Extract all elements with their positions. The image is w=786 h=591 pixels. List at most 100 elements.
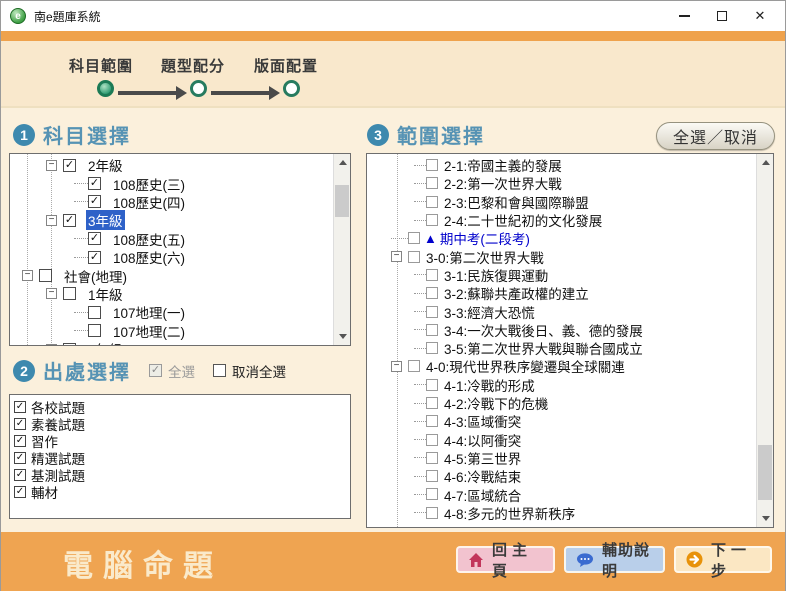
tree-checkbox[interactable] <box>426 306 438 318</box>
tree-row[interactable]: 3-2:蘇聯共產政權的建立 <box>367 284 756 302</box>
select-all-checkbox[interactable]: ✓ <box>149 364 162 377</box>
scroll-up-icon[interactable] <box>757 154 774 171</box>
tree-row[interactable]: 4-6:冷戰結束 <box>367 467 756 485</box>
list-item[interactable]: ✓各校試題 <box>10 398 350 415</box>
home-button[interactable]: 回主頁 <box>456 546 555 573</box>
expand-minus-icon[interactable]: − <box>391 361 402 372</box>
tree-row[interactable]: 4-8:多元的世界新秩序 <box>367 504 756 522</box>
list-item[interactable]: ✓素養試題 <box>10 415 350 432</box>
maximize-button[interactable] <box>703 1 741 31</box>
list-item[interactable]: ✓基測試題 <box>10 466 350 483</box>
tree-row[interactable]: ✓108歷史(六) <box>10 248 333 266</box>
tree-row[interactable]: ✓108歷史(四) <box>10 193 333 211</box>
tree-row[interactable]: ✓108歷史(五) <box>10 230 333 248</box>
tree-row[interactable]: 4-3:區域衝突 <box>367 412 756 430</box>
tree-row[interactable]: −✓3年級 <box>10 211 333 229</box>
tree-checkbox[interactable]: ✓ <box>63 159 76 172</box>
tree-row[interactable]: 3-5:第二次世界大戰與聯合國成立 <box>367 339 756 357</box>
tree-row[interactable]: −1年級 <box>10 285 333 303</box>
tree-checkbox[interactable] <box>426 324 438 336</box>
tree-row[interactable]: 2-4:二十世紀初的文化發展 <box>367 211 756 229</box>
tree-row[interactable]: 2-1:帝國主義的發展 <box>367 156 756 174</box>
select-all-toggle-button[interactable]: 全選／取消 <box>656 122 775 150</box>
tree-checkbox[interactable] <box>408 360 420 372</box>
tree-checkbox[interactable] <box>426 397 438 409</box>
subject-tree-scrollbar[interactable] <box>333 154 350 345</box>
tree-row[interactable]: 4-2:冷戰下的危機 <box>367 394 756 412</box>
tree-checkbox[interactable] <box>426 214 438 226</box>
range-tree-scrollbar[interactable] <box>756 154 773 527</box>
tree-row[interactable]: 3-4:一次大戰後日、義、德的發展 <box>367 321 756 339</box>
deselect-all-checkbox[interactable] <box>213 364 226 377</box>
tree-checkbox[interactable] <box>408 232 420 244</box>
tree-row[interactable]: −✓2年級 <box>10 156 333 174</box>
list-checkbox[interactable]: ✓ <box>14 452 26 464</box>
tree-checkbox[interactable] <box>426 196 438 208</box>
tree-checkbox[interactable]: ✓ <box>63 214 76 227</box>
tree-checkbox[interactable] <box>426 159 438 171</box>
tree-row[interactable]: 2-3:巴黎和會與國際聯盟 <box>367 193 756 211</box>
expand-minus-icon[interactable]: − <box>46 344 57 346</box>
tree-row[interactable]: −社會(地理) <box>10 266 333 284</box>
tree-row[interactable]: 3-1:民族復興運動 <box>367 266 756 284</box>
tree-checkbox[interactable] <box>39 269 52 282</box>
next-button[interactable]: 下一步 <box>674 546 772 573</box>
minimize-button[interactable] <box>665 1 703 31</box>
tree-row[interactable]: −2年級 <box>10 340 333 346</box>
tree-row[interactable]: 3-3:經濟大恐慌 <box>367 302 756 320</box>
scroll-thumb[interactable] <box>758 445 772 500</box>
list-item[interactable]: ✓輔材 <box>10 483 350 500</box>
expand-minus-icon[interactable]: − <box>46 160 57 171</box>
tree-row[interactable]: 4-5:第三世界 <box>367 449 756 467</box>
tree-checkbox[interactable] <box>408 251 420 263</box>
tree-checkbox[interactable]: ✓ <box>88 177 101 190</box>
tree-checkbox[interactable] <box>426 507 438 519</box>
help-button[interactable]: 輔助說明 <box>564 546 665 573</box>
tree-checkbox[interactable] <box>426 434 438 446</box>
tree-checkbox[interactable] <box>426 177 438 189</box>
tree-checkbox[interactable] <box>88 324 101 337</box>
scroll-up-icon[interactable] <box>334 154 351 171</box>
close-button[interactable]: ✕ <box>741 1 779 31</box>
expand-minus-icon[interactable]: − <box>46 288 57 299</box>
tree-row[interactable]: ✓108歷史(三) <box>10 174 333 192</box>
list-checkbox[interactable]: ✓ <box>14 469 26 481</box>
tree-checkbox[interactable] <box>426 415 438 427</box>
scroll-thumb[interactable] <box>335 185 349 217</box>
tree-checkbox[interactable]: ✓ <box>88 232 101 245</box>
tree-checkbox[interactable] <box>426 287 438 299</box>
tree-row[interactable]: 4-4:以阿衝突 <box>367 430 756 448</box>
tree-checkbox[interactable] <box>426 342 438 354</box>
tree-row[interactable]: 107地理(一) <box>10 303 333 321</box>
list-checkbox[interactable]: ✓ <box>14 401 26 413</box>
tree-row[interactable]: −4-0:現代世界秩序變遷與全球關連 <box>367 357 756 375</box>
list-checkbox[interactable]: ✓ <box>14 486 26 498</box>
list-item[interactable]: ✓習作 <box>10 432 350 449</box>
tree-checkbox[interactable] <box>426 452 438 464</box>
step-circle-2[interactable] <box>190 80 207 97</box>
scroll-down-icon[interactable] <box>334 328 351 345</box>
tree-checkbox[interactable] <box>426 470 438 482</box>
tree-row[interactable]: −3-0:第二次世界大戰 <box>367 247 756 265</box>
tree-row[interactable]: 2-2:第一次世界大戰 <box>367 174 756 192</box>
tree-row[interactable]: 107地理(二) <box>10 322 333 340</box>
list-checkbox[interactable]: ✓ <box>14 418 26 430</box>
tree-checkbox[interactable] <box>88 306 101 319</box>
tree-row[interactable]: ▲期中考(二段考) <box>367 229 756 247</box>
tree-row[interactable]: 4-7:區域統合 <box>367 485 756 503</box>
tree-checkbox[interactable] <box>426 269 438 281</box>
step-circle-3[interactable] <box>283 80 300 97</box>
expand-minus-icon[interactable]: − <box>22 270 33 281</box>
tree-row[interactable]: 4-1:冷戰的形成 <box>367 376 756 394</box>
tree-checkbox[interactable] <box>426 379 438 391</box>
list-item[interactable]: ✓精選試題 <box>10 449 350 466</box>
expand-minus-icon[interactable]: − <box>391 251 402 262</box>
tree-checkbox[interactable]: ✓ <box>88 195 101 208</box>
scroll-down-icon[interactable] <box>757 510 774 527</box>
tree-checkbox[interactable] <box>63 287 76 300</box>
list-checkbox[interactable]: ✓ <box>14 435 26 447</box>
expand-minus-icon[interactable]: − <box>46 215 57 226</box>
tree-checkbox[interactable]: ✓ <box>88 251 101 264</box>
step-circle-1[interactable] <box>97 80 114 97</box>
tree-checkbox[interactable] <box>426 488 438 500</box>
